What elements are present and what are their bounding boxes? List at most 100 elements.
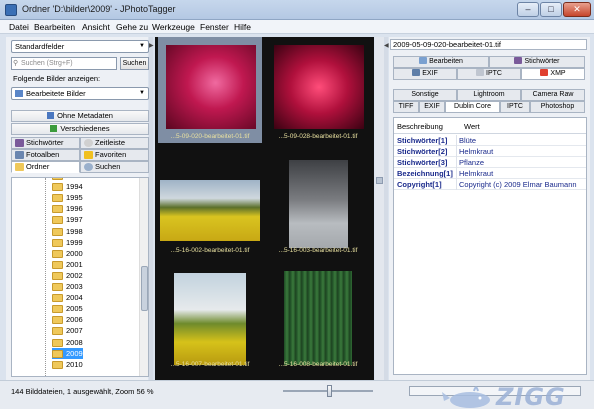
thumbnail[interactable]: ...5-16-003-bearbeitet-01.tif <box>266 151 370 257</box>
tab-iptc[interactable]: IPTC <box>500 101 530 113</box>
tree-item-2004[interactable]: 2004 <box>52 292 83 303</box>
folder-icon <box>52 238 63 247</box>
tab-edit[interactable]: Bearbeiten <box>393 56 489 68</box>
metadata-key: Stichwörter[2] <box>397 147 448 156</box>
tab-search[interactable]: Suchen <box>80 161 149 173</box>
tree-scrollbar-thumb[interactable] <box>141 266 148 311</box>
left-splitter[interactable]: ▶ <box>149 37 154 380</box>
tree-scrollbar[interactable] <box>139 178 148 376</box>
close-button[interactable]: ✕ <box>563 2 591 17</box>
tab-iptc-top[interactable]: IPTC <box>457 68 521 80</box>
watermark-logo: ZIGG <box>440 381 590 409</box>
menu-fenster[interactable]: Fenster <box>200 22 229 32</box>
tab-tiff[interactable]: TIFF <box>393 101 419 113</box>
tree-item-1999[interactable]: 1999 <box>52 237 83 248</box>
album-icon <box>15 151 24 159</box>
zoom-slider-handle[interactable] <box>327 385 332 397</box>
table-row[interactable]: Bezeichnung[1] Helmkraut <box>394 168 586 179</box>
folder-icon <box>52 294 63 303</box>
table-row[interactable]: Stichwörter[3] Pflanze <box>394 157 586 168</box>
chevron-left-icon: ◀ <box>384 43 389 49</box>
folder-icon <box>52 338 63 347</box>
tab-photoshop[interactable]: Photoshop <box>530 101 585 113</box>
tab-right-keywords[interactable]: Stichwörter <box>489 56 585 68</box>
tree-item-2009[interactable]: 2009 <box>52 347 83 359</box>
folder-icon <box>52 205 63 214</box>
metadata-panel: 2009-05-09-020-bearbeitet-01.tif Bearbei… <box>389 37 590 380</box>
tab-albums[interactable]: Fotoalben <box>11 149 80 161</box>
thumbnail[interactable]: ...5-09-020-bearbeitet-01.tif <box>158 37 262 143</box>
show-images-select[interactable]: Bearbeitete Bilder ▼ <box>11 87 149 100</box>
column-description[interactable]: Beschreibung <box>397 122 443 131</box>
table-row[interactable]: Stichwörter[2] Helmkraut <box>394 146 586 157</box>
thumbnail[interactable]: ...5-16-007-bearbeitet-01.tif <box>158 265 262 371</box>
column-value[interactable]: Wert <box>464 122 480 131</box>
tree-item-2006[interactable]: 2006 <box>52 314 83 325</box>
table-row[interactable]: Copyright[1] Copyright (c) 2009 Elmar Bau… <box>394 179 586 190</box>
tab-xmp[interactable]: XMP <box>521 68 585 80</box>
grid-scrollbar[interactable] <box>375 37 384 380</box>
tab-dublin-core[interactable]: Dublin Core <box>445 101 500 113</box>
tree-item-2000[interactable]: 2000 <box>52 248 83 259</box>
metadata-key: Stichwörter[1] <box>397 136 448 145</box>
table-row[interactable]: Stichwörter[1] Blüte <box>394 135 586 146</box>
filename-field[interactable]: 2009-05-09-020-bearbeitet-01.tif <box>390 39 587 50</box>
tree-item-1996[interactable]: 1996 <box>52 203 83 214</box>
menu-werkzeuge[interactable]: Werkzeuge <box>152 22 195 32</box>
thumbnail[interactable]: ...5-16-002-bearbeitet-01.tif <box>158 151 262 257</box>
metadata-value: Blüte <box>459 136 477 145</box>
tree-item-1994[interactable]: 1994 <box>52 181 83 192</box>
tab-exif[interactable]: EXIF <box>419 101 445 113</box>
document-icon <box>476 69 485 76</box>
tab-favorites-label: Favoriten <box>95 150 127 159</box>
tree-item-2008[interactable]: 2008 <box>52 337 83 348</box>
tree-item-2001[interactable]: 2001 <box>52 259 83 270</box>
minimize-button[interactable]: – <box>517 2 539 17</box>
tree-item-2007[interactable]: 2007 <box>52 325 83 336</box>
no-metadata-button[interactable]: Ohne Metadaten <box>11 110 149 122</box>
tree-item-1995[interactable]: 1995 <box>52 192 83 203</box>
tab-misc[interactable]: Sonstige <box>393 89 457 101</box>
zoom-slider[interactable] <box>283 385 373 397</box>
folder-icon <box>52 260 63 269</box>
tab-camera-raw[interactable]: Camera Raw <box>521 89 585 101</box>
thumbnail-image <box>284 271 352 365</box>
tab-keywords[interactable]: Stichwörter <box>11 137 80 149</box>
thumbnail-image <box>160 180 260 241</box>
left-panel: Standardfelder ▼ ⚲ Suchen (Strg+F) Suche… <box>6 37 149 380</box>
tree-item-2002[interactable]: 2002 <box>52 270 83 281</box>
thumbnail[interactable]: ...5-16-008-bearbeitet-01.tif <box>266 265 370 371</box>
tab-folders[interactable]: Ordner <box>11 161 80 173</box>
tree-item-2010[interactable]: 2010 <box>52 359 83 370</box>
maximize-button[interactable]: □ <box>540 2 562 17</box>
misc-button[interactable]: Verschiedenes <box>11 123 149 135</box>
thumbnail[interactable]: ...5-09-028-bearbeitet-01.tif <box>266 37 370 143</box>
search-input[interactable]: ⚲ Suchen (Strg+F) <box>11 57 117 70</box>
tab-favorites[interactable]: Favoriten <box>80 149 149 161</box>
watermark-text: ZIGG <box>496 383 566 409</box>
tab-timeline[interactable]: Zeitleiste <box>80 137 149 149</box>
folder-icon <box>52 249 63 258</box>
menu-gehe-zu[interactable]: Gehe zu <box>116 22 148 32</box>
field-select[interactable]: Standardfelder ▼ <box>11 40 149 53</box>
tree-item-2003[interactable]: 2003 <box>52 281 83 292</box>
search-button[interactable]: Suchen <box>120 57 149 70</box>
tab-lightroom[interactable]: Lightroom <box>457 89 521 101</box>
tree-item-2005[interactable]: 2005 <box>52 303 83 314</box>
metadata-table: Beschreibung Wert Stichwörter[1] Blüte Sti… <box>393 117 587 375</box>
menu-hilfe[interactable]: Hilfe <box>234 22 251 32</box>
tab-keywords-label: Stichwörter <box>26 138 64 147</box>
right-splitter[interactable]: ◀ <box>384 37 389 380</box>
tree-item-1998[interactable]: 1998 <box>52 226 83 237</box>
tab-exif-top[interactable]: EXIF <box>393 68 457 80</box>
metadata-key: Stichwörter[3] <box>397 158 448 167</box>
menu-bearbeiten[interactable]: Bearbeiten <box>34 22 75 32</box>
menu-ansicht[interactable]: Ansicht <box>82 22 110 32</box>
tree-item-label: 1993 <box>66 178 83 180</box>
column-separator <box>456 157 457 168</box>
tree-item-label: 1999 <box>66 237 83 247</box>
menu-datei[interactable]: Datei <box>9 22 29 32</box>
tree-item-1997[interactable]: 1997 <box>52 214 83 225</box>
grid-scrollbar-thumb[interactable] <box>376 177 383 184</box>
metadata-key: Copyright[1] <box>397 180 442 189</box>
